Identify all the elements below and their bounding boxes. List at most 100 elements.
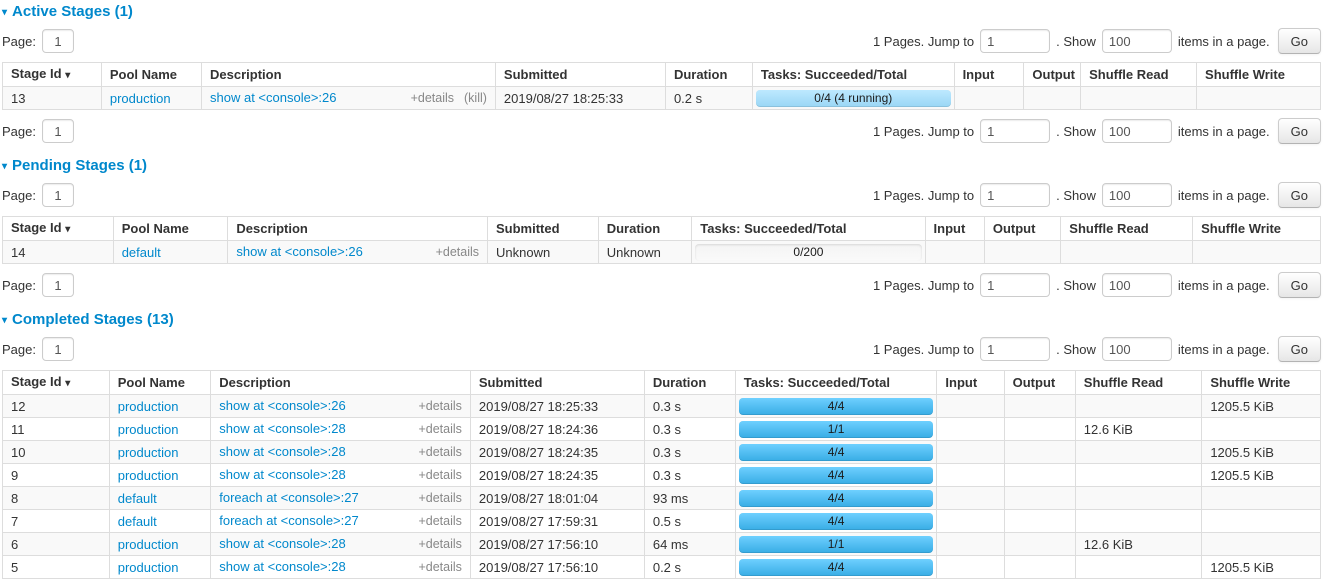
pending-stages-heading[interactable]: ▾Pending Stages (1) (2, 157, 1321, 174)
col-duration[interactable]: Duration (598, 217, 692, 241)
tasks-progress-label: 4/4 (739, 467, 934, 484)
col-shuffle-read[interactable]: Shuffle Read (1061, 217, 1193, 241)
col-output[interactable]: Output (1004, 371, 1075, 395)
pagination-right: 1 Pages. Jump to . Show items in a page.… (873, 118, 1321, 144)
show-text: . Show (1056, 278, 1096, 293)
items-per-page-input[interactable] (1102, 29, 1172, 53)
jump-to-page-input[interactable] (980, 183, 1050, 207)
col-tasks[interactable]: Tasks: Succeeded/Total (692, 217, 925, 241)
col-tasks[interactable]: Tasks: Succeeded/Total (735, 371, 937, 395)
col-input[interactable]: Input (925, 217, 984, 241)
col-duration[interactable]: Duration (665, 63, 752, 87)
go-button[interactable]: Go (1278, 336, 1321, 362)
page-number-input[interactable] (42, 119, 74, 143)
submitted-cell: 2019/08/27 18:24:35 (470, 464, 644, 487)
kill-link[interactable]: (kill) (464, 91, 487, 105)
items-per-page-input[interactable] (1102, 273, 1172, 297)
pool-name-link[interactable]: default (122, 245, 161, 260)
col-input[interactable]: Input (954, 63, 1024, 87)
go-button[interactable]: Go (1278, 28, 1321, 54)
jump-to-page-input[interactable] (980, 337, 1050, 361)
description-link[interactable]: show at <console>:26 (236, 244, 362, 259)
description-actions: +details (408, 398, 461, 414)
description-link[interactable]: show at <console>:28 (219, 444, 345, 459)
pool-name-link[interactable]: production (118, 560, 179, 575)
col-duration[interactable]: Duration (644, 371, 735, 395)
page-number-input[interactable] (42, 273, 74, 297)
stage-row: 8default+detailsforeach at <console>:272… (3, 487, 1321, 510)
col-output[interactable]: Output (984, 217, 1060, 241)
pool-name-link[interactable]: production (118, 537, 179, 552)
description-link[interactable]: show at <console>:26 (210, 90, 336, 105)
col-shuffle-read[interactable]: Shuffle Read (1081, 63, 1197, 87)
description-link[interactable]: show at <console>:28 (219, 536, 345, 551)
description-link[interactable]: foreach at <console>:27 (219, 490, 359, 505)
col-pool-name[interactable]: Pool Name (109, 371, 210, 395)
description-link[interactable]: show at <console>:28 (219, 467, 345, 482)
stage-row: 7default+detailsforeach at <console>:272… (3, 510, 1321, 533)
details-toggle-link[interactable]: +details (436, 245, 479, 259)
page-number-input[interactable] (42, 337, 74, 361)
items-per-page-input[interactable] (1102, 119, 1172, 143)
details-toggle-link[interactable]: +details (418, 399, 461, 413)
details-toggle-link[interactable]: +details (418, 445, 461, 459)
col-shuffle-write[interactable]: Shuffle Write (1193, 217, 1321, 241)
pool-name-link[interactable]: production (110, 91, 171, 106)
description-link[interactable]: show at <console>:28 (219, 421, 345, 436)
jump-to-page-input[interactable] (980, 273, 1050, 297)
submitted-cell: 2019/08/27 18:24:36 (470, 418, 644, 441)
stage-id-cell: 6 (3, 533, 110, 556)
col-description[interactable]: Description (211, 371, 471, 395)
pool-name-link[interactable]: production (118, 399, 179, 414)
go-button[interactable]: Go (1278, 182, 1321, 208)
col-stage-id[interactable]: Stage Id ▾ (3, 371, 110, 395)
pool-name-link[interactable]: default (118, 514, 157, 529)
col-stage-id[interactable]: Stage Id ▾ (3, 63, 102, 87)
go-button[interactable]: Go (1278, 118, 1321, 144)
pool-name-link[interactable]: default (118, 491, 157, 506)
jump-to-page-input[interactable] (980, 29, 1050, 53)
completed-stages-heading[interactable]: ▾Completed Stages (13) (2, 311, 1321, 328)
description-link[interactable]: foreach at <console>:27 (219, 513, 359, 528)
col-shuffle-write[interactable]: Shuffle Write (1202, 371, 1321, 395)
pool-name-link[interactable]: production (118, 422, 179, 437)
jump-to-page-input[interactable] (980, 119, 1050, 143)
col-description[interactable]: Description (202, 63, 496, 87)
description-cell: +details show at <console>:26 (211, 395, 471, 418)
col-submitted[interactable]: Submitted (470, 371, 644, 395)
col-shuffle-read[interactable]: Shuffle Read (1075, 371, 1202, 395)
page-number-input[interactable] (42, 183, 74, 207)
output-cell (1004, 533, 1075, 556)
col-pool-name[interactable]: Pool Name (113, 217, 228, 241)
collapse-arrow-icon: ▾ (2, 161, 7, 172)
col-input[interactable]: Input (937, 371, 1004, 395)
page-number-input[interactable] (42, 29, 74, 53)
details-toggle-link[interactable]: +details (418, 537, 461, 551)
col-tasks[interactable]: Tasks: Succeeded/Total (752, 63, 954, 87)
items-per-page-input[interactable] (1102, 183, 1172, 207)
details-toggle-link[interactable]: +details (418, 514, 461, 528)
description-actions: +details (426, 244, 479, 260)
col-stage-id[interactable]: Stage Id ▾ (3, 217, 114, 241)
shuffle-read-cell (1075, 395, 1202, 418)
description-link[interactable]: show at <console>:28 (219, 559, 345, 574)
col-submitted[interactable]: Submitted (488, 217, 599, 241)
description-link[interactable]: show at <console>:26 (219, 398, 345, 413)
details-toggle-link[interactable]: +details (418, 560, 461, 574)
items-per-page-input[interactable] (1102, 337, 1172, 361)
col-pool-name[interactable]: Pool Name (101, 63, 201, 87)
details-toggle-link[interactable]: +details (418, 468, 461, 482)
details-toggle-link[interactable]: +details (411, 91, 454, 105)
col-shuffle-write[interactable]: Shuffle Write (1197, 63, 1321, 87)
col-output[interactable]: Output (1024, 63, 1081, 87)
active-stages-heading[interactable]: ▾Active Stages (1) (2, 3, 1321, 20)
col-description[interactable]: Description (228, 217, 488, 241)
col-submitted[interactable]: Submitted (495, 63, 665, 87)
details-toggle-link[interactable]: +details (418, 491, 461, 505)
details-toggle-link[interactable]: +details (418, 422, 461, 436)
items-per-page-text: items in a page. (1178, 188, 1270, 203)
pool-name-link[interactable]: production (118, 468, 179, 483)
total-pages-text: 1 Pages. Jump to (873, 342, 974, 357)
pool-name-link[interactable]: production (118, 445, 179, 460)
go-button[interactable]: Go (1278, 272, 1321, 298)
